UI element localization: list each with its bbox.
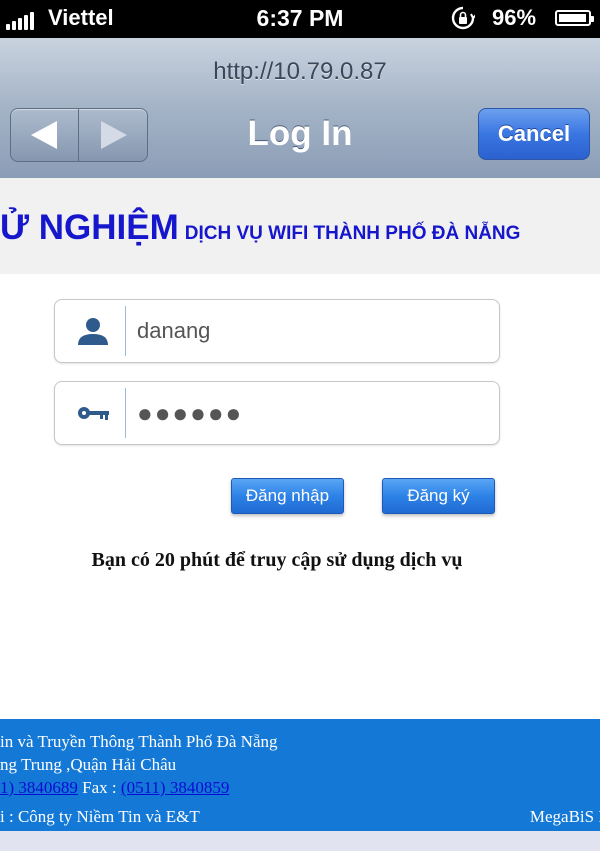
page-url: http://10.79.0.87 bbox=[213, 58, 387, 85]
site-heading: Ử NGHIỆM DỊCH VỤ WIFI THÀNH PHỐ ĐÀ NẴNG bbox=[0, 208, 520, 248]
footer-line-1: in và Truyền Thông Thành Phố Đà Nẵng bbox=[0, 732, 278, 751]
register-button[interactable]: Đăng ký bbox=[382, 478, 495, 514]
session-notice: Bạn có 20 phút để truy cập sử dụng dịch … bbox=[91, 549, 463, 571]
field-divider bbox=[125, 388, 126, 438]
username-field[interactable]: danang bbox=[54, 299, 500, 363]
bottom-strip bbox=[0, 831, 600, 851]
navigation-bar: http://10.79.0.87 Log In Cancel bbox=[0, 38, 600, 179]
username-input[interactable]: danang bbox=[137, 300, 210, 362]
site-header: Ử NGHIỆM DỊCH VỤ WIFI THÀNH PHỐ ĐÀ NẴNG bbox=[0, 178, 600, 274]
footer: in và Truyền Thông Thành Phố Đà Nẵng ng … bbox=[0, 719, 600, 831]
footer-brand: MegaBiS I bbox=[529, 807, 600, 826]
heading-main: Ử NGHIỆM bbox=[0, 208, 179, 247]
battery-percent: 96% bbox=[492, 5, 537, 30]
heading-sub: DỊCH VỤ WIFI THÀNH PHỐ ĐÀ NẴNG bbox=[184, 223, 521, 244]
footer-contact: 1) 3840689 Fax : (0511) 3840859 bbox=[0, 778, 229, 798]
field-divider bbox=[125, 306, 126, 356]
cancel-button[interactable]: Cancel bbox=[478, 108, 590, 160]
password-input[interactable]: ●●●●●● bbox=[137, 382, 243, 444]
fax-label: Fax : bbox=[77, 778, 121, 797]
fax-link[interactable]: (0511) 3840859 bbox=[121, 778, 229, 797]
footer-line-4: i : Công ty Niềm Tin và E&T bbox=[0, 807, 200, 826]
password-field[interactable]: ●●●●●● bbox=[54, 381, 500, 445]
status-bar: Viettel 6:37 PM 96% bbox=[0, 0, 600, 38]
battery-icon bbox=[555, 10, 594, 26]
login-button[interactable]: Đăng nhập bbox=[231, 478, 344, 514]
footer-line-2: ng Trung ,Quận Hải Châu bbox=[0, 755, 177, 774]
phone-link[interactable]: 1) 3840689 bbox=[0, 778, 78, 797]
key-icon bbox=[78, 407, 109, 420]
rotation-lock-icon bbox=[451, 6, 475, 30]
user-icon bbox=[78, 318, 108, 345]
